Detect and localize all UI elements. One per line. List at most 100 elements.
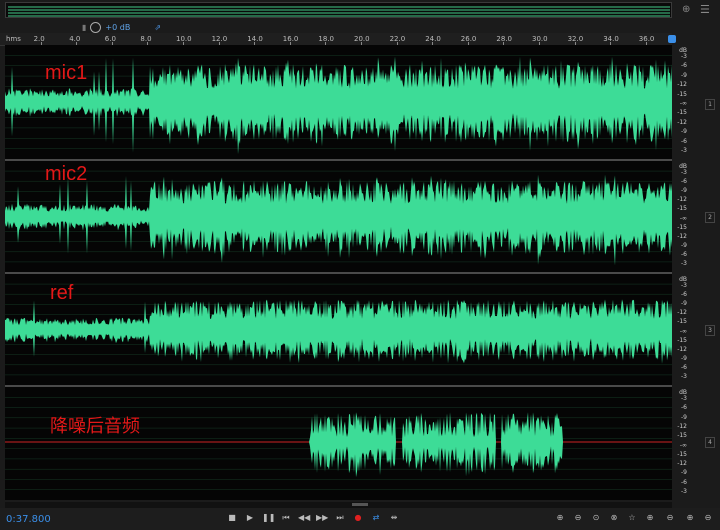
zoom-fit-icon[interactable]: ☆ <box>626 512 638 524</box>
loop-icon[interactable]: ⇄ <box>370 512 382 524</box>
rewind-icon[interactable]: ◀◀ <box>298 512 310 524</box>
db-label: -∞ <box>679 100 687 107</box>
track-4-waveform <box>5 397 672 490</box>
db-label: -3 <box>681 53 687 60</box>
db-label: -15 <box>677 90 687 98</box>
db-label: -12 <box>677 196 687 204</box>
db-label: -15 <box>677 450 687 458</box>
db-label: -3 <box>681 169 687 176</box>
ruler-tick-label: 2.0 <box>33 35 45 43</box>
db-label: -9 <box>681 128 687 136</box>
db-label: -12 <box>677 232 687 240</box>
db-label: -15 <box>677 432 687 440</box>
track-label-mic1: mic1 <box>45 62 88 84</box>
db-label: -6 <box>681 404 687 412</box>
skip-back-icon[interactable]: ⏮ <box>280 512 292 524</box>
current-time: 0:37.800 <box>6 514 51 525</box>
db-label: -∞ <box>679 327 687 335</box>
channel-number-1[interactable]: 1 <box>705 99 715 110</box>
channel-number-3[interactable]: 3 <box>705 325 715 336</box>
playhead-marker[interactable] <box>668 35 676 43</box>
track-label-mic2: mic2 <box>45 163 88 185</box>
play-icon[interactable]: ▶ <box>244 512 256 524</box>
db-label: -12 <box>677 309 687 317</box>
channel-column: 1 2 3 4 <box>690 45 720 500</box>
db-label: -12 <box>677 118 687 126</box>
zoom-out-time-icon[interactable]: ⊖ <box>664 512 676 524</box>
track-1[interactable]: mic1 <box>5 45 672 159</box>
db-label: -9 <box>681 413 687 421</box>
track-2[interactable]: mic2 <box>5 161 672 272</box>
track-3-waveform <box>5 283 672 376</box>
channel-number-2[interactable]: 2 <box>705 212 715 223</box>
db-scale: dB -3 -6 -9 -12 -15 -∞ -15 -12 -9 -6 -3 dB -3 -6 -9 -12-… <box>672 45 690 500</box>
db-label: -9 <box>681 300 687 308</box>
track-label-ref: ref <box>50 282 74 304</box>
db-label: -6 <box>681 62 687 70</box>
db-label: -3 <box>681 373 687 380</box>
track-3[interactable]: ref <box>5 274 672 385</box>
db-label: -∞ <box>679 214 687 222</box>
db-label: -15 <box>677 223 687 231</box>
db-label: -15 <box>677 318 687 326</box>
db-label: -6 <box>681 363 687 371</box>
zoom-in-time-icon[interactable]: ⊕ <box>684 512 696 524</box>
channel-number-4[interactable]: 4 <box>705 437 715 448</box>
waveform-area[interactable]: mic1 mic2 ref 降噪后音频 <box>5 45 672 500</box>
db-label: -6 <box>681 478 687 486</box>
zoom-out-amplitude-icon[interactable]: ⊖ <box>572 512 584 524</box>
zoom-navigator-icon[interactable]: ⊕ <box>682 4 690 15</box>
ruler-tick-label: 8.0 <box>140 35 152 43</box>
db-label: -15 <box>677 109 687 117</box>
db-label: -15 <box>677 205 687 213</box>
db-label: -12 <box>677 422 687 430</box>
db-label: -6 <box>681 250 687 258</box>
zoom-in-amplitude-icon[interactable]: ⊕ <box>554 512 566 524</box>
db-label: -12 <box>677 345 687 353</box>
db-label: -9 <box>681 187 687 195</box>
gain-value[interactable]: +0 dB <box>105 23 130 32</box>
fast-forward-icon[interactable]: ▶▶ <box>316 512 328 524</box>
db-label: -6 <box>681 178 687 186</box>
record-icon[interactable]: ● <box>352 512 364 524</box>
ruler-tick-label: 6.0 <box>104 35 116 43</box>
db-label: -3 <box>681 147 687 154</box>
hud-gain-control: ▮ +0 dB ⇗ <box>82 20 161 34</box>
db-label: -6 <box>681 137 687 145</box>
track-2-waveform <box>5 170 672 266</box>
zoom-out-full-icon[interactable]: ⊖ <box>702 512 714 524</box>
ruler-tick-label: 4.0 <box>69 35 81 43</box>
db-label: -9 <box>681 354 687 362</box>
db-label: -15 <box>677 336 687 344</box>
db-label: -9 <box>681 241 687 249</box>
overview-waveform-graphic <box>8 6 670 17</box>
pin-icon[interactable]: ⇗ <box>154 23 161 32</box>
db-label: -9 <box>681 469 687 477</box>
db-label: -3 <box>681 282 687 289</box>
skip-selection-icon[interactable]: ⇹ <box>388 512 400 524</box>
transport-bar: 0:37.800 ■ ▶ ❚❚ ⏮ ◀◀ ▶▶ ⏭ ● ⇄ ⇹ ⊕ ⊖ ⊙ ⊗ … <box>0 508 720 530</box>
track-1-waveform <box>5 55 672 155</box>
overview-waveform[interactable] <box>5 2 672 18</box>
db-label: -12 <box>677 81 687 89</box>
track-label-denoised: 降噪后音频 <box>50 416 140 436</box>
pause-icon[interactable]: ❚❚ <box>262 512 275 524</box>
db-label: -6 <box>681 291 687 299</box>
ruler-unit: hms <box>6 35 21 43</box>
top-right-tools: ⊕ ☰ <box>674 0 720 20</box>
zoom-in-left-icon[interactable]: ⊕ <box>644 512 656 524</box>
skip-forward-icon[interactable]: ⏭ <box>334 512 346 524</box>
stop-icon[interactable]: ■ <box>226 512 238 524</box>
db-label: -3 <box>681 488 687 495</box>
db-label: -12 <box>677 460 687 468</box>
db-label: -3 <box>681 260 687 267</box>
db-label: -3 <box>681 395 687 402</box>
menu-icon[interactable]: ☰ <box>700 3 710 16</box>
scroll-thumb[interactable] <box>352 503 368 506</box>
track-4[interactable]: 降噪后音频 <box>5 387 672 500</box>
zoom-full-icon[interactable]: ⊗ <box>608 512 620 524</box>
zoom-selection-icon[interactable]: ⊙ <box>590 512 602 524</box>
db-label: -∞ <box>679 441 687 449</box>
db-label: -9 <box>681 71 687 79</box>
gain-knob-icon[interactable] <box>90 21 102 33</box>
